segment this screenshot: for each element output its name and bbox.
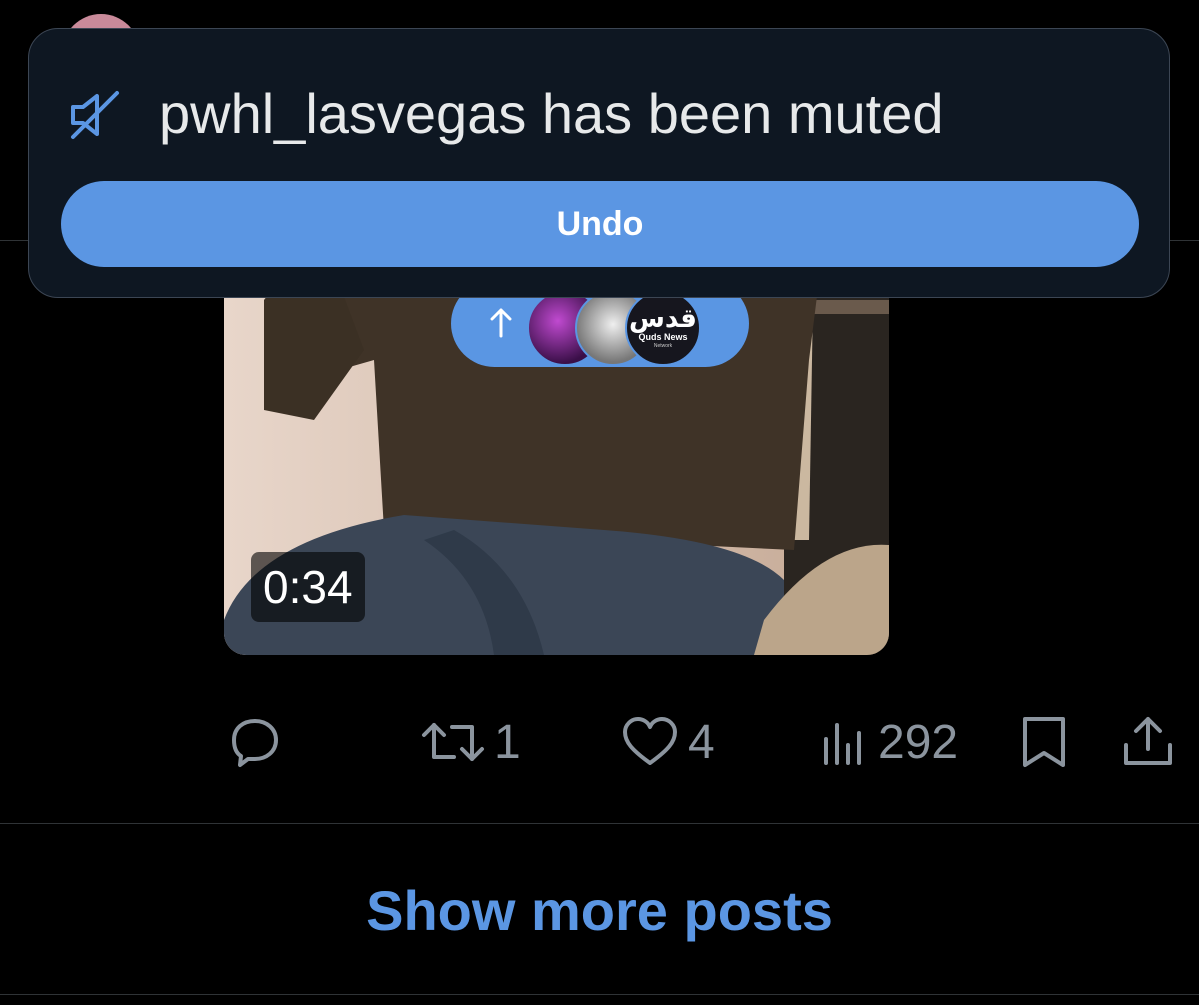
views-button[interactable]: 292 [820, 712, 958, 772]
bookmark-icon [1023, 717, 1065, 767]
repost-icon [422, 723, 484, 761]
undo-button[interactable]: Undo [61, 181, 1139, 267]
share-button[interactable] [1120, 712, 1176, 772]
timeline-page: 0:34 قدس Quds News Network pwhl_lasvegas… [0, 0, 1199, 1005]
like-count: 4 [688, 715, 715, 769]
avatar: قدس Quds News Network [625, 290, 701, 366]
heart-icon [623, 717, 677, 765]
toast-message: pwhl_lasvegas has been muted [159, 82, 944, 145]
views-count: 292 [878, 715, 959, 769]
show-more-posts-link[interactable]: Show more posts [0, 878, 1199, 944]
speaker-muted-icon [71, 91, 119, 139]
avatar-caption: Quds News [638, 332, 688, 342]
arrow-up-icon [490, 308, 512, 338]
bookmark-button[interactable] [1018, 712, 1070, 772]
divider [0, 823, 1199, 824]
divider [0, 994, 1199, 995]
views-icon [824, 723, 861, 765]
reply-icon [232, 719, 278, 767]
avatar-logo-text: قدس [629, 304, 697, 334]
video-duration-badge: 0:34 [251, 552, 365, 622]
avatar-caption-sub: Network [653, 343, 673, 349]
reply-button[interactable] [226, 712, 292, 772]
share-icon [1124, 717, 1172, 765]
mute-toast: pwhl_lasvegas has been muted Undo [28, 28, 1170, 298]
repost-count: 1 [494, 715, 521, 769]
repost-button[interactable]: 1 [420, 712, 521, 772]
like-button[interactable]: 4 [620, 712, 715, 772]
